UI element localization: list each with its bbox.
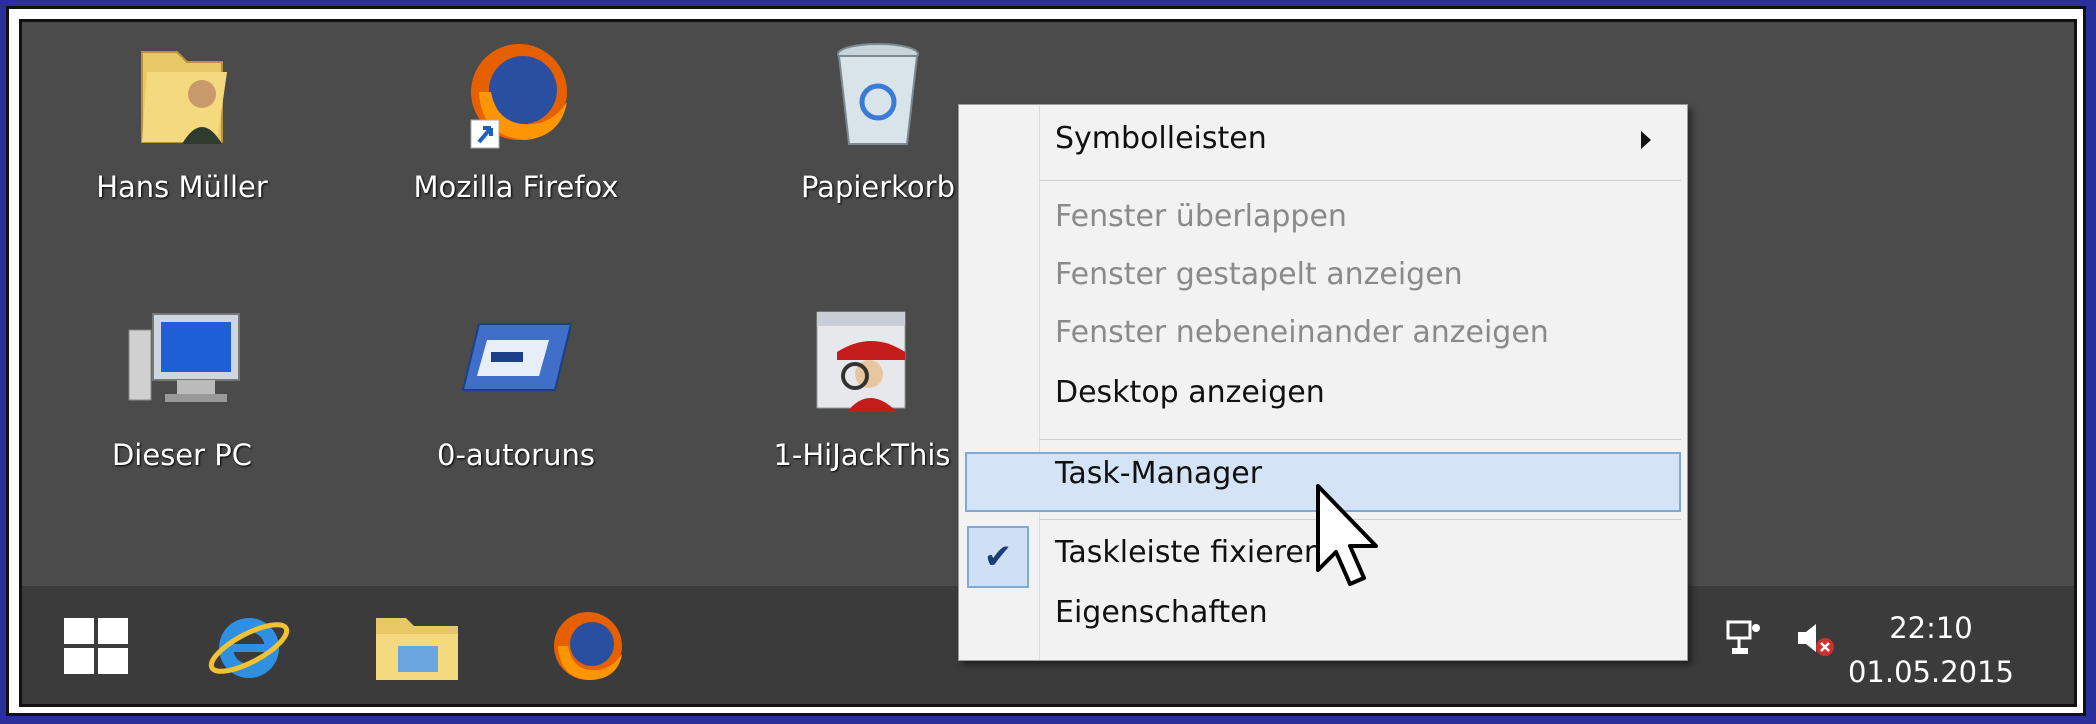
menu-item-fenster-ueberlappen: Fenster überlappen [1055,199,1347,234]
menu-separator [1039,439,1681,440]
taskbar-firefox[interactable] [532,598,642,694]
desktop[interactable]: Hans Müller Mozilla Firefox Papierkorb D… [19,19,2077,707]
internet-explorer-icon [208,618,290,678]
autoruns-icon [451,300,581,430]
menu-item-label: Eigenschaften [1055,595,1268,630]
menu-item-label: Fenster überlappen [1055,199,1347,234]
menu-separator [1039,180,1681,181]
menu-item-eigenschaften[interactable]: Eigenschaften [1055,595,1268,630]
menu-item-fenster-nebeneinander: Fenster nebeneinander anzeigen [1055,315,1549,350]
menu-item-label: Fenster gestapelt anzeigen [1055,257,1463,292]
menu-gutter [1039,105,1040,660]
menu-item-taskleiste-fixieren[interactable]: Taskleiste fixieren [1055,535,1323,570]
mouse-cursor-icon [1312,482,1382,592]
menu-item-fenster-gestapelt: Fenster gestapelt anzeigen [1055,257,1463,292]
desktop-icon-this-pc[interactable]: Dieser PC [32,300,332,472]
menu-item-label: Desktop anzeigen [1055,375,1325,410]
user-folder-icon [117,32,247,162]
menu-item-symbolleisten[interactable]: Symbolleisten [1055,121,1267,156]
clock-date: 01.05.2015 [1847,655,2014,689]
menu-item-label: Symbolleisten [1055,121,1267,156]
menu-item-task-manager[interactable]: Task-Manager [1055,456,1262,491]
hijackthis-icon [797,300,927,430]
menu-item-label: Task-Manager [1055,456,1263,491]
windows-logo-icon [64,618,128,674]
check-icon: ✔ [967,526,1029,588]
file-explorer-icon [376,618,458,680]
desktop-icon-autoruns[interactable]: 0-autoruns [366,300,666,472]
clock[interactable]: 22:10 01.05.2015 [1848,606,2014,694]
desktop-icon-user-folder[interactable]: Hans Müller [32,32,332,204]
clock-time: 22:10 [1889,611,1973,645]
firefox-icon [554,612,622,680]
computer-icon [117,300,247,430]
desktop-icon-label: Hans Müller [96,170,268,204]
network-icon[interactable] [1722,616,1766,660]
menu-item-label: Taskleiste fixieren [1055,535,1323,570]
desktop-icon-label: 0-autoruns [437,438,595,472]
recycle-bin-icon [813,32,943,162]
firefox-icon [451,32,581,162]
submenu-arrow-icon [1641,131,1651,149]
desktop-icon-label: Mozilla Firefox [413,170,619,204]
volume-muted-icon[interactable] [1792,616,1838,662]
taskbar-internet-explorer[interactable] [194,598,304,694]
menu-item-desktop-anzeigen[interactable]: Desktop anzeigen [1055,375,1325,410]
screenshot-frame: Hans Müller Mozilla Firefox Papierkorb D… [6,6,2086,716]
desktop-icon-firefox[interactable]: Mozilla Firefox [366,32,666,204]
desktop-icon-label: Dieser PC [111,438,253,472]
menu-item-label: Fenster nebeneinander anzeigen [1055,315,1549,350]
start-button[interactable] [40,598,150,694]
taskbar-file-explorer[interactable] [362,598,472,694]
